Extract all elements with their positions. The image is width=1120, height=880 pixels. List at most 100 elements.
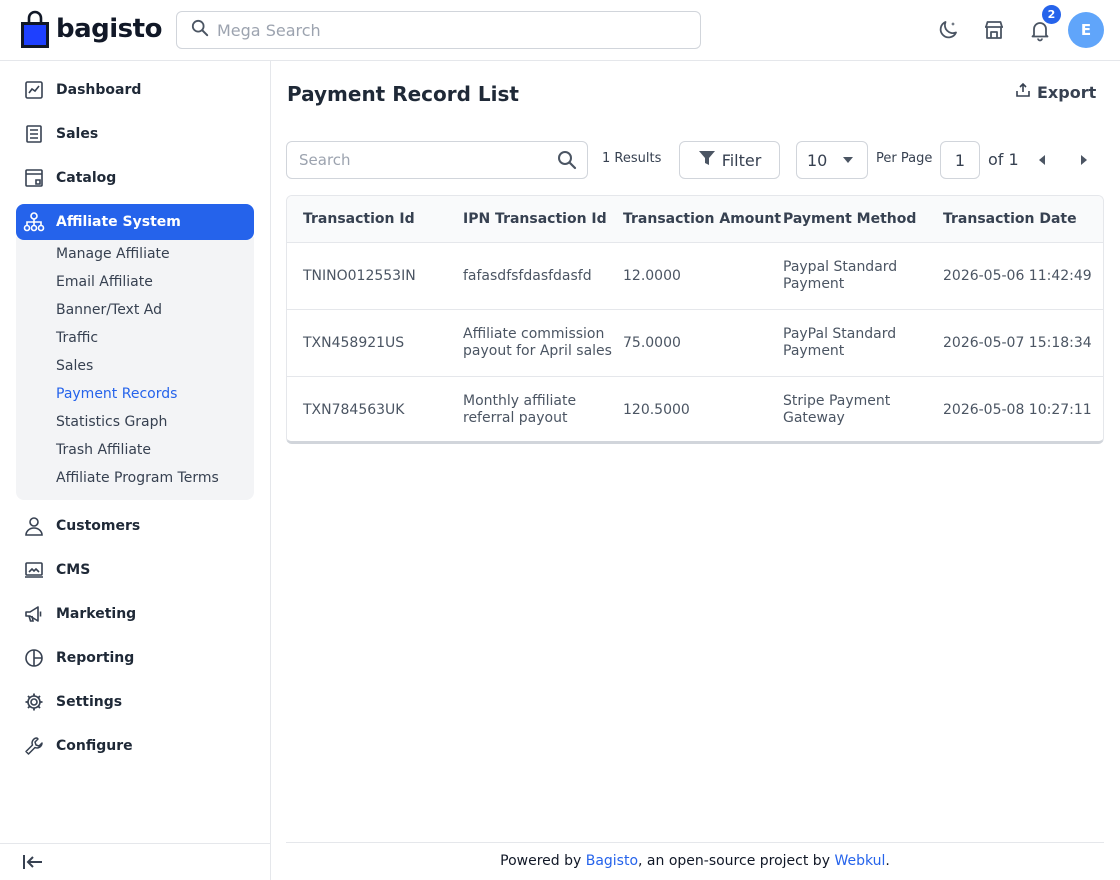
column-header[interactable]: IPN Transaction Id (463, 211, 607, 227)
submenu-banner-text-ad[interactable]: Banner/Text Ad (56, 300, 162, 320)
submenu-traffic[interactable]: Traffic (56, 328, 98, 348)
sidebar-item-settings[interactable]: Settings (16, 684, 254, 720)
sidebar-item-reporting[interactable]: Reporting (16, 640, 254, 676)
transaction-date-cell: 2026-05-06 11:42:49 (943, 268, 1092, 284)
column-header[interactable]: Transaction Id (303, 211, 415, 227)
submenu-statistics-graph[interactable]: Statistics Graph (56, 412, 167, 432)
sidebar-item-affiliate-system[interactable]: Affiliate System (16, 204, 254, 240)
submenu-manage-affiliate[interactable]: Manage Affiliate (56, 244, 170, 264)
notification-badge: 2 (1042, 5, 1061, 24)
sidebar-collapse-bar (0, 843, 270, 880)
catalog-icon (23, 167, 45, 189)
logo-text: bagisto (56, 14, 162, 44)
user-avatar[interactable]: E (1068, 12, 1104, 48)
table-row: TNINO012553IN fafasdfsfdasfdasfd 12.0000… (287, 243, 1103, 310)
dark-mode-icon[interactable] (935, 17, 961, 43)
table-header: Transaction Id IPN Transaction Id Transa… (287, 196, 1103, 243)
payment-method-cell: PayPal Standard Payment (783, 326, 897, 359)
column-header[interactable]: Payment Method (783, 211, 916, 227)
column-header[interactable]: Transaction Date (943, 211, 1077, 227)
sidebar-item-catalog[interactable]: Catalog (16, 160, 254, 196)
filter-icon (698, 149, 716, 171)
transaction-amount-cell: 12.0000 (623, 268, 681, 284)
previous-page-icon[interactable] (1039, 155, 1045, 165)
next-page-icon[interactable] (1081, 155, 1087, 165)
sidebar-item-label: Marketing (56, 606, 137, 622)
mega-search-input[interactable] (217, 20, 657, 40)
submenu-trash-affiliate[interactable]: Trash Affiliate (56, 440, 151, 460)
search-icon[interactable] (557, 150, 577, 174)
ipn-transaction-id-cell: Monthly affiliate referral payout (463, 393, 577, 426)
sidebar-item-configure[interactable]: Configure (16, 728, 254, 764)
per-page-value: 10 (807, 150, 828, 170)
export-icon (1015, 82, 1031, 102)
footer-suffix: . (885, 853, 890, 869)
datagrid-search[interactable] (286, 141, 588, 179)
sidebar-item-label: CMS (56, 562, 91, 578)
bagisto-link[interactable]: Bagisto (586, 853, 638, 869)
sidebar-item-label: Reporting (56, 650, 135, 666)
filter-button[interactable]: Filter (679, 141, 780, 179)
sidebar-item-marketing[interactable]: Marketing (16, 596, 254, 632)
sidebar-item-label: Sales (56, 126, 99, 142)
transaction-id-cell: TXN458921US (303, 335, 405, 351)
sidebar-item-dashboard[interactable]: Dashboard (16, 72, 254, 108)
sales-icon (23, 123, 45, 145)
sidebar-item-label: Customers (56, 518, 141, 534)
per-page-select[interactable]: 10 (796, 141, 868, 179)
ipn-transaction-id-cell: Affiliate commission payout for April sa… (463, 326, 612, 359)
storefront-icon[interactable] (981, 17, 1007, 43)
page-number-input[interactable]: 1 (940, 141, 980, 179)
footer-prefix: Powered by (500, 853, 586, 869)
sidebar-item-sales[interactable]: Sales (16, 116, 254, 152)
payment-method-cell: Stripe Payment Gateway (783, 393, 891, 426)
transaction-id-cell: TXN784563UK (303, 402, 405, 418)
filter-label: Filter (721, 150, 762, 170)
submenu-affiliate-program-terms[interactable]: Affiliate Program Terms (56, 468, 219, 488)
export-button[interactable]: Export (1015, 82, 1096, 102)
payment-records-table: Transaction Id IPN Transaction Id Transa… (286, 195, 1104, 444)
page-title: Payment Record List (287, 82, 519, 106)
footer-middle: , an open-source project by (638, 853, 835, 869)
footer: Powered by Bagisto, an open-source proje… (286, 842, 1104, 880)
cms-icon (23, 559, 45, 581)
table-row: TXN458921US Affiliate commission payout … (287, 310, 1103, 377)
table-row: TXN784563UK Monthly affiliate referral p… (287, 377, 1103, 441)
submenu-email-affiliate[interactable]: Email Affiliate (56, 272, 153, 292)
transaction-date-cell: 2026-05-07 15:18:34 (943, 335, 1092, 351)
wrench-icon (23, 735, 45, 757)
payment-method-cell: Paypal Standard Payment (783, 259, 898, 292)
bag-logo-icon (20, 10, 50, 48)
ipn-transaction-id-cell: fafasdfsfdasfdasfd (463, 268, 592, 284)
sidebar-item-cms[interactable]: CMS (16, 552, 254, 588)
gear-icon (23, 691, 45, 713)
affiliate-submenu: Manage Affiliate Email Affiliate Banner/… (16, 237, 254, 500)
sidebar-item-label: Dashboard (56, 82, 142, 98)
submenu-payment-records[interactable]: Payment Records (56, 384, 177, 404)
webkul-link[interactable]: Webkul (834, 853, 885, 869)
export-label: Export (1037, 82, 1097, 102)
pie-chart-icon (23, 647, 45, 669)
sidebar-item-label: Configure (56, 738, 133, 754)
customers-icon (23, 515, 45, 537)
results-count: 1 Results (602, 151, 662, 166)
transaction-amount-cell: 120.5000 (623, 402, 690, 418)
logo[interactable]: bagisto (20, 10, 162, 48)
transaction-amount-cell: 75.0000 (623, 335, 681, 351)
sidebar: Manage Affiliate Email Affiliate Banner/… (0, 61, 271, 880)
column-header[interactable]: Transaction Amount (623, 211, 781, 227)
sidebar-item-customers[interactable]: Customers (16, 508, 254, 544)
sidebar-item-label: Catalog (56, 170, 117, 186)
mega-search-field[interactable] (176, 11, 701, 49)
search-icon (191, 19, 209, 41)
collapse-sidebar-icon[interactable] (22, 853, 44, 875)
affiliate-network-icon (23, 211, 45, 233)
top-header: bagisto 2 E (0, 0, 1120, 61)
transaction-id-cell: TNINO012553IN (303, 268, 416, 284)
chevron-down-icon (843, 157, 853, 163)
submenu-sales[interactable]: Sales (56, 356, 93, 376)
datagrid-search-input[interactable] (299, 151, 549, 169)
transaction-date-cell: 2026-05-08 10:27:11 (943, 402, 1092, 418)
dashboard-icon (23, 79, 45, 101)
per-page-label: Per Page (876, 151, 933, 166)
